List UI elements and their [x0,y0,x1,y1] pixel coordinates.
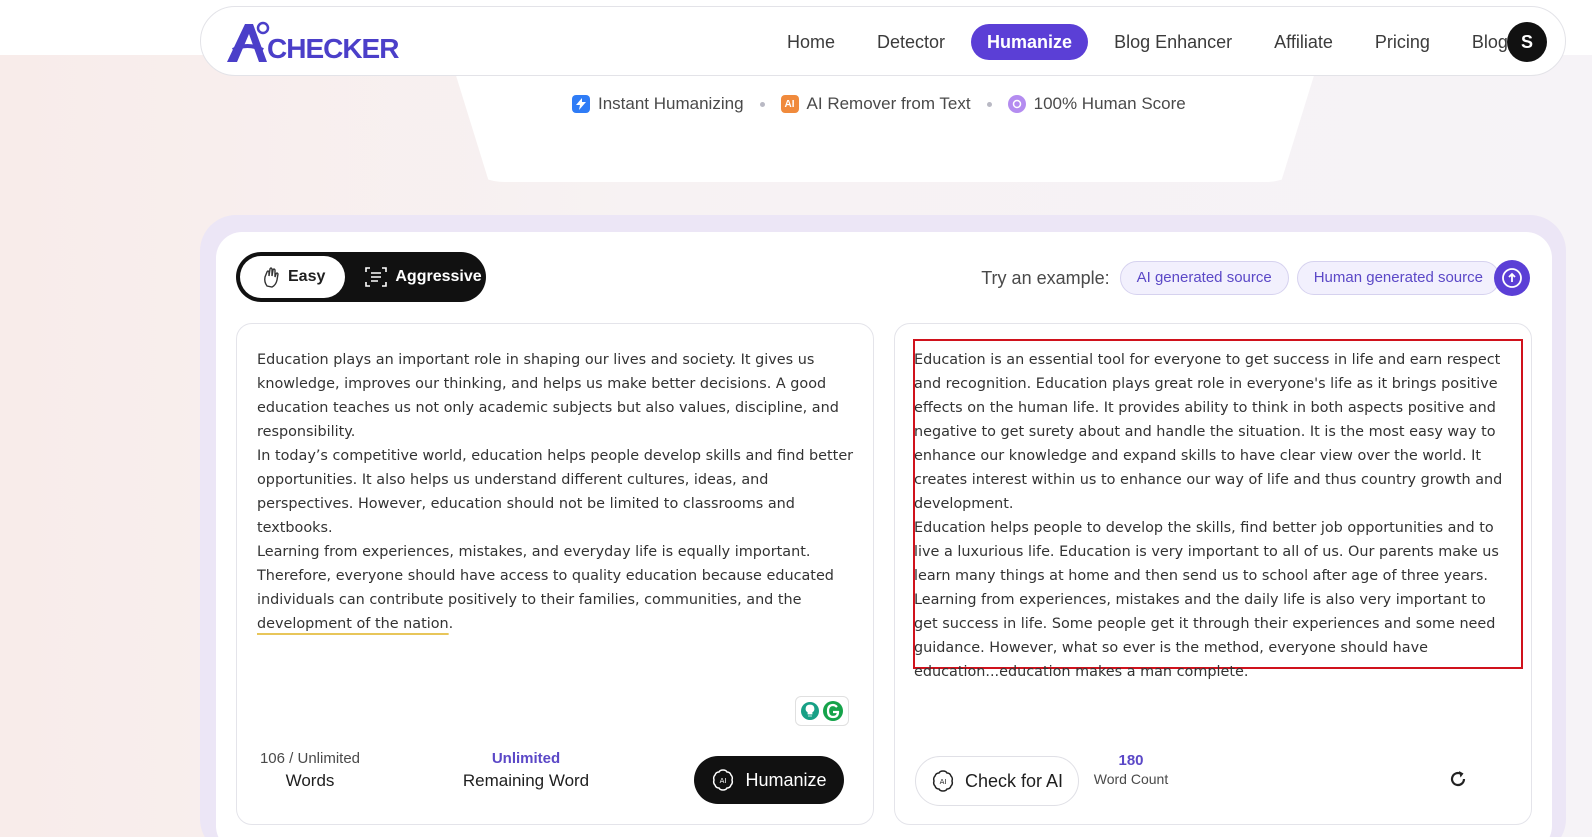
input-pane: Education plays an important role in sha… [236,323,874,825]
nav-blog-enhancer[interactable]: Blog Enhancer [1098,24,1248,60]
output-paragraph: Education helps people to develop the sk… [914,520,1499,584]
human-source-example-button[interactable]: Human generated source [1296,261,1500,295]
mode-aggressive-label: Aggressive [395,268,482,285]
humanize-button-label: Humanize [745,769,827,790]
logo[interactable]: CHECKER [223,20,399,64]
nav-pricing[interactable]: Pricing [1359,24,1446,60]
separator-dot [759,101,765,107]
user-avatar[interactable]: S [1507,22,1547,62]
input-text-span: Learning from experiences, mistakes, and… [257,544,834,608]
ai-source-example-button[interactable]: AI generated source [1119,261,1289,295]
nav-affiliate[interactable]: Affiliate [1258,24,1349,60]
grammar-flagged-phrase[interactable]: development of the nation [257,616,449,632]
words-label: Words [285,771,335,790]
word-count-value: 180 [1118,752,1144,769]
feature-label: AI Remover from Text [806,94,971,113]
words-count: 106 / Unlimited [259,750,361,767]
nav-detector[interactable]: Detector [861,24,961,60]
grammarly-icon [823,701,843,721]
input-textarea[interactable]: Education plays an important role in sha… [257,348,857,636]
ai-chip-icon: AI [932,770,954,792]
remaining-value: Unlimited [491,750,561,767]
feature-ai-remover: AI AI Remover from Text [780,94,971,114]
output-paragraph: Learning from experiences, mistakes and … [914,592,1496,680]
feature-human-score: 100% Human Score [1007,94,1186,114]
input-paragraph-last: Learning from experiences, mistakes, and… [257,540,857,636]
remaining-label: Remaining Word [462,771,590,790]
word-count-stat: 180 Word Count [1091,752,1171,787]
words-stat: 106 / Unlimited Words [255,750,365,791]
bulb-icon [801,702,819,720]
mode-aggressive-button[interactable]: Aggressive [345,256,482,298]
feature-label: Instant Humanizing [598,94,744,113]
scan-text-icon [365,267,388,287]
check-for-ai-label: Check for AI [964,770,1064,791]
feature-label: 100% Human Score [1033,94,1186,113]
feature-strip: Instant Humanizing AI AI Remover from Te… [572,94,1186,114]
lightning-icon [572,95,590,113]
output-pane: Education is an essential tool for every… [894,323,1532,825]
refresh-icon [1450,771,1466,787]
remaining-word-stat: Unlimited Remaining Word [461,750,591,791]
top-navbar: CHECKER Home Detector Humanize Blog Enha… [200,6,1566,76]
check-for-ai-button[interactable]: AI Check for AI [915,756,1079,806]
word-count-label: Word Count [1093,771,1169,787]
feature-instant: Instant Humanizing [572,94,744,114]
refresh-button[interactable] [1443,764,1473,794]
humanize-button[interactable]: AI Humanize [694,756,844,804]
nav-home[interactable]: Home [771,24,851,60]
try-example-label: Try an example: [981,267,1110,288]
svg-text:AI: AI [940,778,947,786]
brain-icon [1007,95,1026,113]
hand-icon [264,267,279,288]
main-nav: Home Detector Humanize Blog Enhancer Aff… [771,24,1534,60]
upload-icon [1502,268,1522,288]
output-paragraph: Education is an essential tool for every… [914,352,1503,512]
logo-text: CHECKER [267,33,399,64]
grammar-extension-widget[interactable] [795,696,849,726]
logo-ai-mark-icon [227,21,270,62]
nav-humanize[interactable]: Humanize [971,24,1089,60]
mode-easy-button[interactable]: Easy [240,256,346,298]
ai-chip-icon: AI [713,769,734,791]
output-text[interactable]: Education is an essential tool for every… [914,348,1514,684]
info-circle-button[interactable] [1494,260,1530,296]
mode-switch: Easy Aggressive [236,252,486,302]
separator-dot [986,101,992,107]
input-paragraph: In today’s competitive world, education … [257,448,854,536]
svg-text:AI: AI [720,777,727,785]
mode-easy-label: Easy [288,268,326,285]
input-text-span: . [448,616,454,632]
ai-badge-icon: AI [780,95,799,113]
input-paragraph: Education plays an important role in sha… [257,352,839,440]
try-example-group: Try an example: AI generated source Huma… [981,261,1508,295]
